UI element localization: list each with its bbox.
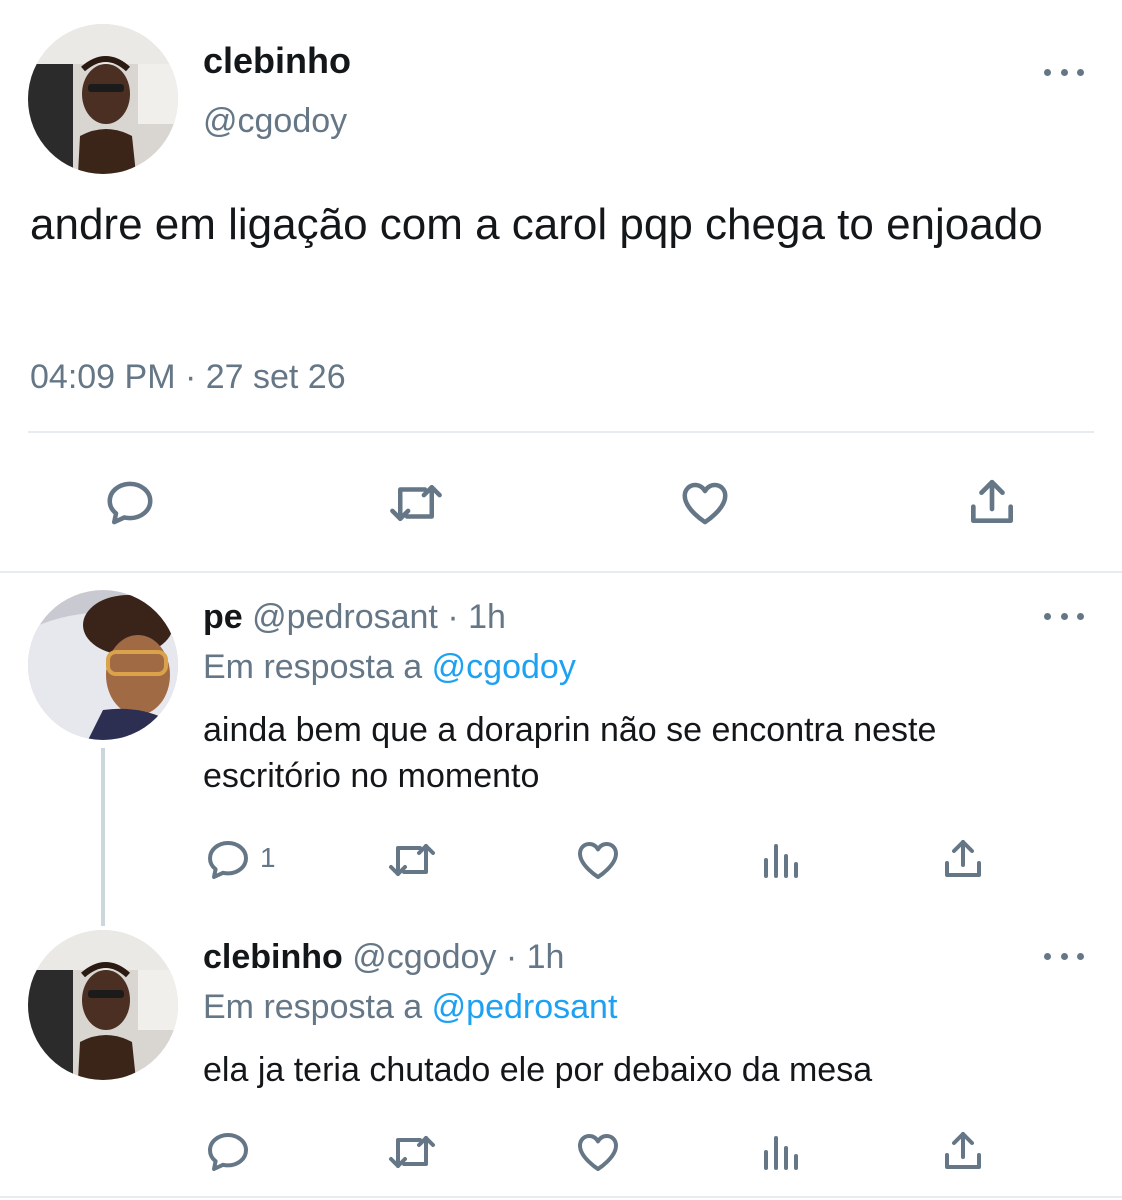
analytics-icon[interactable] xyxy=(758,1128,802,1176)
reply-text: ainda bem que a doraprin não se encontra… xyxy=(203,711,937,795)
thread-line xyxy=(101,748,105,926)
avatar[interactable] xyxy=(28,930,178,1080)
retweet-icon[interactable] xyxy=(383,1128,441,1176)
more-options-icon[interactable] xyxy=(1042,606,1086,626)
reply-prefix: Em resposta a xyxy=(203,648,423,686)
reply-time[interactable]: 1h xyxy=(468,598,506,636)
author-name[interactable]: clebinho xyxy=(203,40,351,82)
more-options-icon[interactable] xyxy=(1042,946,1086,966)
replying-to: Em resposta a @pedrosant xyxy=(203,988,617,1027)
reply-text: ela ja teria chutado ele por debaixo da … xyxy=(203,1051,873,1089)
share-icon[interactable] xyxy=(939,834,987,884)
avatar[interactable] xyxy=(28,590,178,740)
tweet-text: andre em ligação com a carol pqp chega t… xyxy=(30,200,1043,249)
divider xyxy=(0,571,1122,573)
reply-separator: · xyxy=(505,938,518,976)
like-icon[interactable] xyxy=(574,836,622,884)
more-options-icon[interactable] xyxy=(1042,62,1086,82)
retweet-icon[interactable] xyxy=(383,476,449,530)
reply-separator: · xyxy=(447,598,459,636)
reply-icon[interactable] xyxy=(204,836,252,884)
reply-icon[interactable] xyxy=(103,476,157,530)
share-icon[interactable] xyxy=(964,474,1020,530)
divider xyxy=(28,431,1094,433)
reply-author-name[interactable]: clebinho xyxy=(203,938,343,976)
share-icon[interactable] xyxy=(939,1126,987,1176)
reply-time[interactable]: 1h xyxy=(527,938,565,976)
reply-mention-link[interactable]: @cgodoy xyxy=(432,648,576,686)
reply-author-handle[interactable]: @pedrosant xyxy=(252,598,438,636)
tweet-timestamp[interactable]: 04:09 PM · 27 set 26 xyxy=(30,358,346,397)
retweet-icon[interactable] xyxy=(383,836,441,884)
divider xyxy=(0,1196,1122,1198)
replying-to: Em resposta a @cgodoy xyxy=(203,648,576,687)
reply-prefix: Em resposta a xyxy=(203,988,423,1026)
reply-header: pe @pedrosant · 1h xyxy=(203,598,506,637)
like-icon[interactable] xyxy=(574,1128,622,1176)
reply-author-handle[interactable]: @cgodoy xyxy=(352,938,496,976)
reply-author-name[interactable]: pe xyxy=(203,598,243,636)
reply-count: 1 xyxy=(260,842,276,873)
reply-mention-link[interactable]: @pedrosant xyxy=(432,988,618,1026)
analytics-icon[interactable] xyxy=(758,836,802,884)
reply-icon[interactable] xyxy=(204,1128,252,1176)
author-handle[interactable]: @cgodoy xyxy=(203,102,347,141)
reply-header: clebinho @cgodoy · 1h xyxy=(203,938,564,977)
like-icon[interactable] xyxy=(677,476,733,530)
avatar[interactable] xyxy=(28,24,178,174)
